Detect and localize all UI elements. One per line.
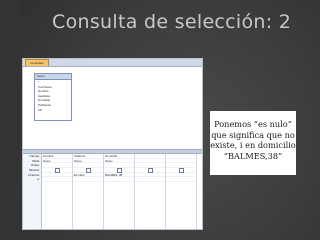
grid-cell-o[interactable]	[73, 177, 103, 183]
row-label-o: o:	[37, 177, 40, 182]
slide-side-band	[0, 0, 20, 240]
table-pane: Socio * Cód Socio Nombre Apellidos Domic…	[23, 67, 202, 149]
grid-column: Domicilio Socio BALMES, 38	[104, 154, 135, 229]
field-item[interactable]: CP	[35, 108, 71, 113]
grid-cell-o[interactable]	[42, 177, 72, 183]
tab-bar: Consulta1	[23, 59, 202, 67]
callout-note-text: Ponemos “es nulo” que significa que no e…	[210, 119, 296, 161]
show-checkbox[interactable]	[179, 168, 184, 173]
table-field-list[interactable]: Socio * Cód Socio Nombre Apellidos Domic…	[34, 73, 72, 121]
grid-column	[166, 154, 197, 229]
grid-row-labels: Campo: Tabla: Orden: Mostrar: Criterios:…	[23, 154, 42, 229]
access-query-design-window: Consulta1 Socio * Cód Socio Nombre Apell…	[22, 58, 203, 230]
show-checkbox[interactable]	[55, 168, 60, 173]
grid-cell-o[interactable]	[166, 177, 196, 183]
grid-column: Teléfono Socio Es Nulo	[73, 154, 104, 229]
show-checkbox[interactable]	[86, 168, 91, 173]
grid-column	[135, 154, 166, 229]
grid-cell-o[interactable]	[104, 177, 134, 183]
query-design-grid: Campo: Tabla: Orden: Mostrar: Criterios:…	[23, 154, 202, 229]
tab-query[interactable]: Consulta1	[25, 59, 49, 66]
grid-column: Nombre Socio	[42, 154, 73, 229]
slide-title: Consulta de selección: 2	[52, 11, 292, 33]
show-checkbox[interactable]	[117, 168, 122, 173]
callout-note: Ponemos “es nulo” que significa que no e…	[210, 111, 296, 175]
grid-cell-o[interactable]	[135, 177, 165, 183]
show-checkbox[interactable]	[148, 168, 153, 173]
